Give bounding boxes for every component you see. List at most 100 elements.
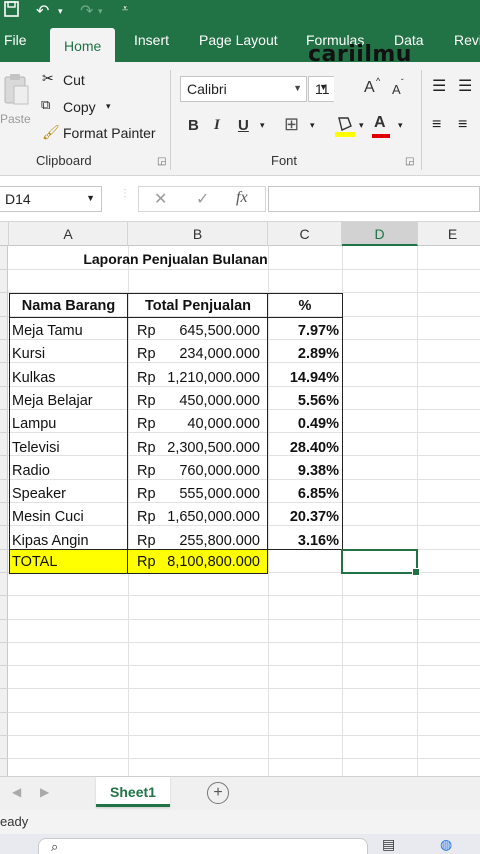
item-percent[interactable]: 7.97%: [268, 320, 339, 342]
item-name[interactable]: Kulkas: [12, 367, 56, 389]
sheet-prev-icon[interactable]: ◀: [12, 785, 21, 799]
item-amount[interactable]: 760,000.000: [150, 460, 260, 482]
item-percent[interactable]: 0.49%: [268, 413, 339, 435]
total-amount[interactable]: 8,100,800.000: [150, 551, 260, 573]
item-percent[interactable]: 6.85%: [268, 483, 339, 505]
worksheet-grid[interactable]: A B C D E Laporan Penjualan Bulanan Nama…: [0, 222, 480, 776]
tab-review[interactable]: Revi: [454, 32, 480, 48]
undo-dropdown-icon[interactable]: ▾: [58, 6, 63, 17]
font-launcher-icon[interactable]: ◲: [405, 156, 414, 167]
select-all-corner[interactable]: [0, 222, 9, 246]
item-percent[interactable]: 9.38%: [268, 460, 339, 482]
row-header[interactable]: [0, 270, 8, 293]
row-header[interactable]: [0, 340, 8, 363]
row-header[interactable]: [0, 503, 8, 526]
row-header[interactable]: [0, 643, 8, 666]
insert-function-icon[interactable]: fx: [236, 189, 248, 207]
item-name[interactable]: Meja Belajar: [12, 390, 93, 412]
copy-icon[interactable]: ⧉: [41, 97, 50, 113]
cancel-icon[interactable]: ✕: [154, 189, 167, 209]
item-name[interactable]: Meja Tamu: [12, 320, 83, 342]
header-percent[interactable]: %: [268, 295, 342, 317]
undo-icon[interactable]: ↶: [36, 1, 49, 21]
clipboard-launcher-icon[interactable]: ◲: [157, 156, 166, 167]
name-box[interactable]: D14 ▼: [0, 186, 102, 212]
font-color-button[interactable]: A: [374, 114, 386, 132]
align-center-icon[interactable]: ≡: [458, 116, 467, 134]
item-percent[interactable]: 2.89%: [268, 343, 339, 365]
row-header[interactable]: [0, 597, 8, 620]
row-header[interactable]: [0, 550, 8, 573]
row-header[interactable]: [0, 690, 8, 713]
tab-insert[interactable]: Insert: [134, 32, 169, 48]
row-header[interactable]: [0, 433, 8, 456]
copy-button[interactable]: Copy: [63, 99, 96, 115]
customize-qat-icon[interactable]: ⩡: [122, 3, 128, 16]
underline-dropdown-icon[interactable]: ▾: [260, 120, 265, 131]
selected-cell[interactable]: [341, 549, 420, 576]
item-percent[interactable]: 20.37%: [268, 506, 339, 528]
font-family-select[interactable]: Calibri ▼: [180, 76, 307, 102]
grow-font-button[interactable]: A: [364, 79, 375, 97]
item-amount[interactable]: 1,650,000.000: [150, 506, 260, 528]
sheet-tab-sheet1[interactable]: Sheet1: [96, 777, 170, 807]
sheet-next-icon[interactable]: ▶: [40, 785, 49, 799]
redo-icon[interactable]: ↷: [80, 1, 93, 21]
row-header[interactable]: [0, 620, 8, 643]
col-header-d[interactable]: D: [342, 222, 418, 246]
item-amount[interactable]: 2,300,500.000: [150, 437, 260, 459]
item-name[interactable]: Speaker: [12, 483, 66, 505]
underline-button[interactable]: U: [238, 117, 249, 134]
tab-file[interactable]: File: [4, 32, 27, 48]
paste-icon[interactable]: [2, 72, 30, 109]
row-header[interactable]: [0, 480, 8, 503]
item-amount[interactable]: 234,000.000: [150, 343, 260, 365]
font-size-chevron-icon[interactable]: ▼: [319, 82, 328, 92]
item-percent[interactable]: 28.40%: [268, 437, 339, 459]
total-label[interactable]: TOTAL: [12, 551, 57, 573]
enter-icon[interactable]: ✓: [196, 189, 209, 209]
bold-button[interactable]: B: [188, 117, 199, 134]
format-painter-button[interactable]: Format Painter: [63, 125, 156, 141]
fill-color-dropdown-icon[interactable]: ▾: [359, 120, 364, 131]
row-header[interactable]: [0, 666, 8, 689]
row-header[interactable]: [0, 317, 8, 340]
save-icon[interactable]: [4, 0, 20, 23]
item-name[interactable]: Mesin Cuci: [12, 506, 84, 528]
item-amount[interactable]: 645,500.000: [150, 320, 260, 342]
formula-input[interactable]: [268, 186, 480, 212]
tab-page-layout[interactable]: Page Layout: [199, 32, 278, 48]
align-top-icon[interactable]: ☰: [432, 76, 446, 96]
align-middle-icon[interactable]: ☰: [458, 76, 472, 96]
item-name[interactable]: Radio: [12, 460, 50, 482]
redo-dropdown-icon[interactable]: ▾: [98, 6, 103, 17]
row-header[interactable]: [0, 573, 8, 596]
tab-home[interactable]: Home: [50, 28, 116, 62]
item-amount[interactable]: 555,000.000: [150, 483, 260, 505]
italic-button[interactable]: I: [214, 117, 220, 134]
add-sheet-icon[interactable]: +: [207, 782, 229, 804]
item-percent[interactable]: 5.56%: [268, 390, 339, 412]
row-header[interactable]: [0, 410, 8, 433]
row-header[interactable]: [0, 387, 8, 410]
col-header-e[interactable]: E: [418, 222, 480, 246]
copy-dropdown-icon[interactable]: ▾: [106, 101, 111, 112]
item-amount[interactable]: 40,000.000: [150, 413, 260, 435]
item-percent[interactable]: 14.94%: [268, 367, 339, 389]
row-header[interactable]: [0, 527, 8, 550]
paste-label[interactable]: Paste: [0, 112, 31, 126]
row-header[interactable]: [0, 247, 8, 270]
header-nama-barang[interactable]: Nama Barang: [9, 295, 128, 317]
borders-icon[interactable]: ⊞: [284, 114, 299, 135]
app-icon[interactable]: ▤: [382, 836, 395, 853]
taskbar-search[interactable]: ⌕: [38, 838, 368, 854]
cut-icon[interactable]: ✂: [42, 70, 54, 87]
row-header[interactable]: [0, 457, 8, 480]
col-header-b[interactable]: B: [128, 222, 268, 246]
header-total-penjualan[interactable]: Total Penjualan: [128, 295, 268, 317]
row-header[interactable]: [0, 736, 8, 759]
align-left-icon[interactable]: ≡: [432, 116, 441, 134]
format-painter-icon[interactable]: 🖌: [42, 124, 60, 141]
browser-icon[interactable]: ◍: [440, 836, 452, 853]
row-header[interactable]: [0, 294, 8, 317]
